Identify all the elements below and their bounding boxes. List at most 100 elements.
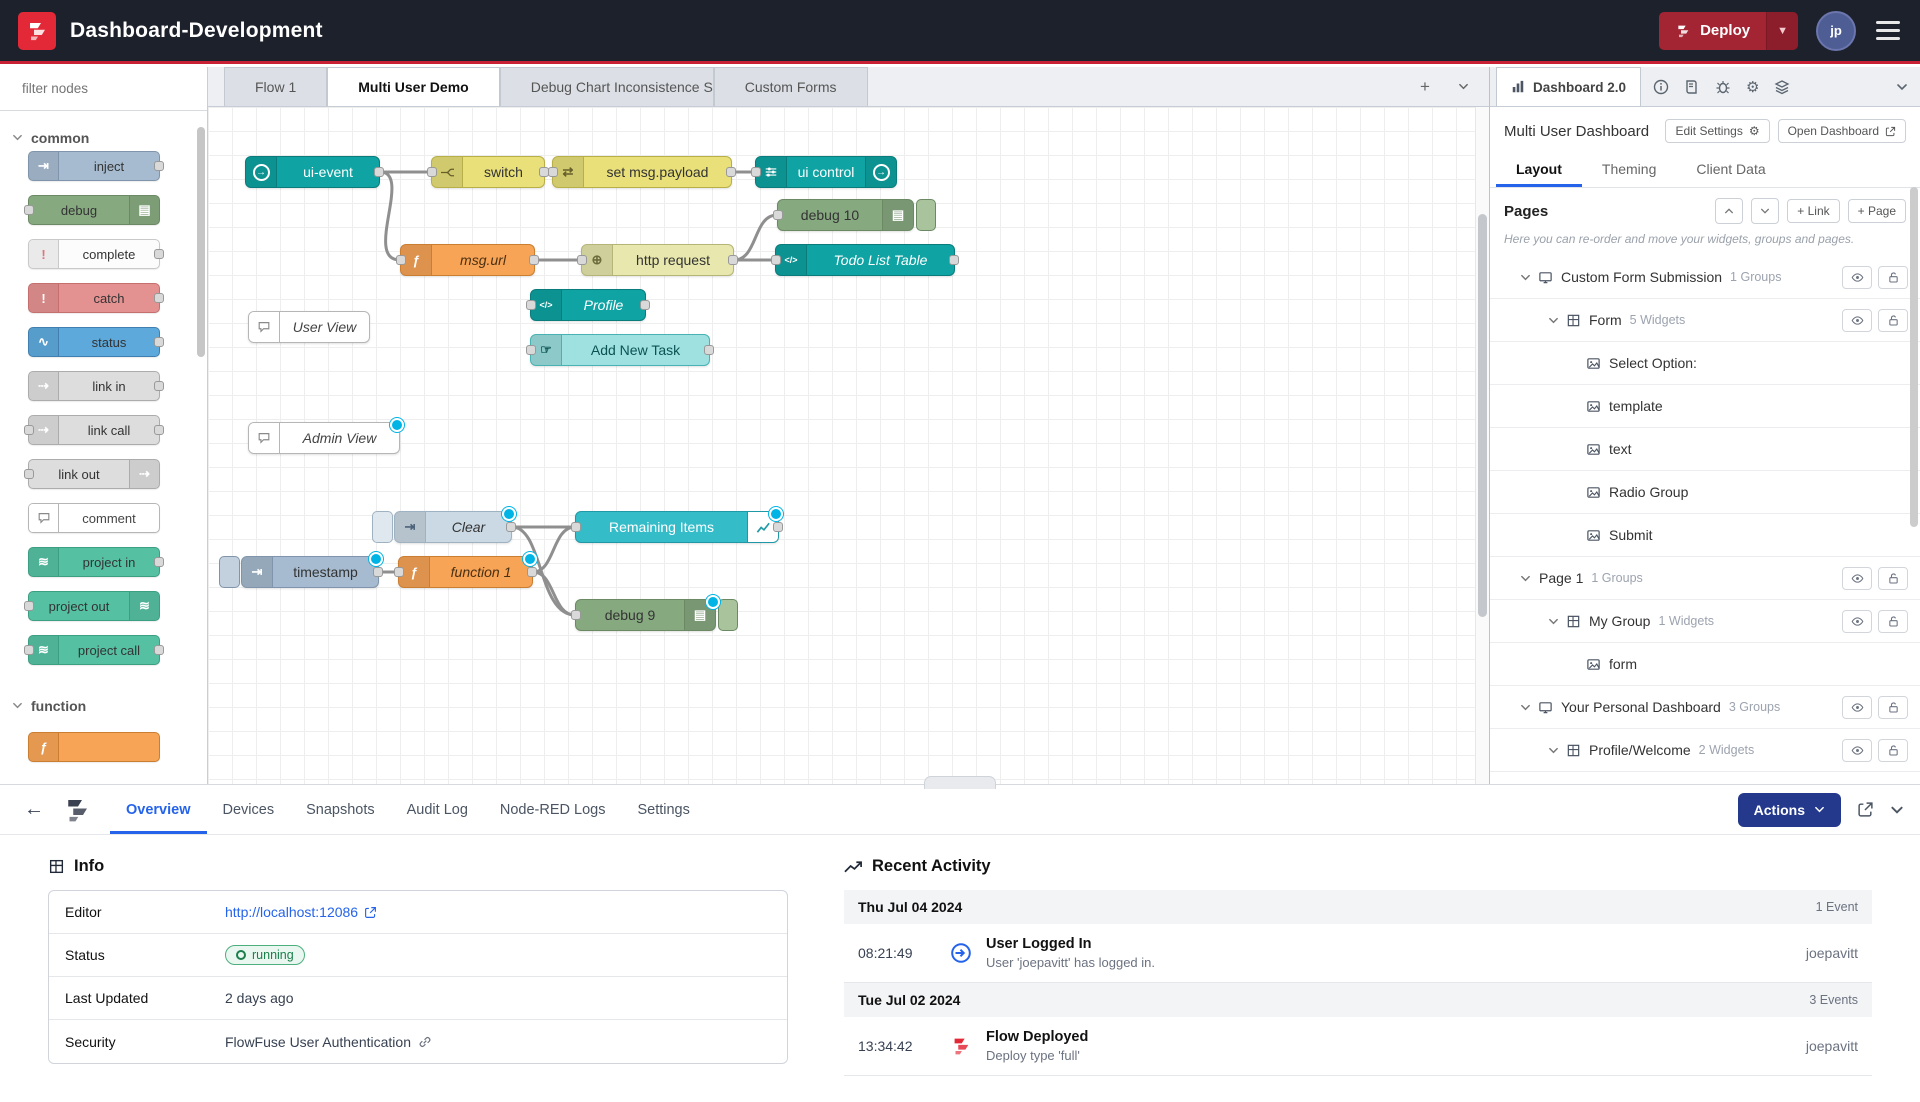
- sidebar-tab-dashboard[interactable]: Dashboard 2.0: [1496, 67, 1641, 106]
- bug-icon[interactable]: [1715, 79, 1731, 95]
- flow-node-ui-event[interactable]: → ui-event: [245, 156, 380, 188]
- flow-node-clear[interactable]: ⇥ Clear: [394, 511, 512, 543]
- node-port[interactable]: [577, 255, 587, 265]
- node-port[interactable]: [571, 522, 581, 532]
- user-avatar[interactable]: jp: [1816, 11, 1856, 51]
- lock-button[interactable]: [1878, 610, 1908, 633]
- add-link-button[interactable]: + Link: [1787, 199, 1839, 223]
- open-editor-external-icon[interactable]: [1857, 801, 1874, 818]
- node-port[interactable]: [24, 205, 34, 215]
- node-port[interactable]: [640, 300, 650, 310]
- visibility-button[interactable]: [1842, 696, 1872, 719]
- node-port[interactable]: [548, 167, 558, 177]
- flow-node-user-view-comment[interactable]: User View: [248, 311, 370, 343]
- tree-row-widget[interactable]: Radio Group: [1490, 471, 1920, 514]
- tree-row-group[interactable]: Profile/Welcome 2 Widgets: [1490, 729, 1920, 772]
- node-port[interactable]: [726, 167, 736, 177]
- flow-node-todo-list-table[interactable]: </> Todo List Table: [775, 244, 955, 276]
- node-port[interactable]: [24, 601, 34, 611]
- flow-tab-custom-forms[interactable]: Custom Forms: [714, 67, 868, 106]
- sidebar-scrollbar[interactable]: [1910, 187, 1918, 527]
- chevron-down-icon[interactable]: [1548, 745, 1559, 756]
- flow-node-remaining-items[interactable]: Remaining Items: [575, 511, 779, 543]
- node-port[interactable]: [571, 610, 581, 620]
- tree-row-page[interactable]: Your Personal Dashboard 3 Groups: [1490, 686, 1920, 729]
- inject-button[interactable]: [219, 556, 240, 588]
- tree-row-widget[interactable]: template: [1490, 385, 1920, 428]
- node-port[interactable]: [154, 161, 164, 171]
- flow-node-timestamp[interactable]: ⇥ timestamp: [241, 556, 379, 588]
- canvas-scrollbar-track[interactable]: [1475, 107, 1489, 784]
- node-port[interactable]: [154, 557, 164, 567]
- deploy-options-caret[interactable]: ▼: [1766, 12, 1798, 50]
- debug-toggle-button[interactable]: [916, 199, 936, 231]
- add-flow-button[interactable]: +: [1411, 74, 1439, 100]
- flow-node-add-new-task[interactable]: ☞ Add New Task: [530, 334, 710, 366]
- visibility-button[interactable]: [1842, 567, 1872, 590]
- lock-button[interactable]: [1878, 309, 1908, 332]
- palette-node-inject[interactable]: ⇥ inject: [28, 151, 160, 181]
- node-port[interactable]: [24, 425, 34, 435]
- tree-row-group[interactable]: Form 5 Widgets: [1490, 299, 1920, 342]
- flow-node-profile[interactable]: </> Profile: [530, 289, 646, 321]
- node-port[interactable]: [396, 255, 406, 265]
- chevron-down-icon[interactable]: [1520, 702, 1531, 713]
- node-port[interactable]: [728, 255, 738, 265]
- edit-settings-button[interactable]: Edit Settings ⚙: [1665, 119, 1769, 143]
- node-port[interactable]: [394, 567, 404, 577]
- tree-row-widget[interactable]: Select Option:: [1490, 342, 1920, 385]
- chevron-down-icon[interactable]: [1520, 573, 1531, 584]
- main-menu-button[interactable]: [1874, 15, 1902, 46]
- tab-layout[interactable]: Layout: [1496, 151, 1582, 187]
- flow-node-set-msg-payload[interactable]: ⇄ set msg.payload: [552, 156, 732, 188]
- visibility-button[interactable]: [1842, 266, 1872, 289]
- node-port[interactable]: [773, 522, 783, 532]
- flow-list-dropdown-button[interactable]: [1449, 74, 1477, 100]
- tab-settings[interactable]: Settings: [621, 785, 705, 834]
- palette-node-status[interactable]: ∿ status: [28, 327, 160, 357]
- editor-url-link[interactable]: http://localhost:12086: [225, 904, 377, 920]
- node-port[interactable]: [751, 167, 761, 177]
- palette-node-comment[interactable]: comment: [28, 503, 160, 533]
- move-up-button[interactable]: [1715, 198, 1743, 224]
- activity-entry[interactable]: 08:21:49 User Logged In User 'joepavitt'…: [844, 924, 1872, 983]
- tree-row-page[interactable]: Custom Form Submission 1 Groups: [1490, 256, 1920, 299]
- node-port[interactable]: [24, 469, 34, 479]
- flow-canvas[interactable]: → ui-event switch ⇄ set msg.payload: [208, 107, 1489, 784]
- node-port[interactable]: [427, 167, 437, 177]
- node-port[interactable]: [154, 381, 164, 391]
- layers-icon[interactable]: [1774, 79, 1790, 95]
- tab-devices[interactable]: Devices: [207, 785, 291, 834]
- actions-button[interactable]: Actions: [1738, 793, 1841, 827]
- node-port[interactable]: [154, 293, 164, 303]
- node-port[interactable]: [773, 210, 783, 220]
- node-port[interactable]: [373, 567, 383, 577]
- flow-node-function-1[interactable]: ƒ function 1: [398, 556, 533, 588]
- palette-node-link-call[interactable]: ⇢ link call: [28, 415, 160, 445]
- lock-button[interactable]: [1878, 739, 1908, 762]
- node-port[interactable]: [374, 167, 384, 177]
- flow-node-debug-9[interactable]: debug 9 ▤: [575, 599, 716, 631]
- gear-icon[interactable]: ⚙: [1746, 78, 1759, 96]
- node-port[interactable]: [526, 300, 536, 310]
- palette-node-link-in[interactable]: ⇢ link in: [28, 371, 160, 401]
- node-port[interactable]: [526, 345, 536, 355]
- palette-node-catch[interactable]: ! catch: [28, 283, 160, 313]
- visibility-button[interactable]: [1842, 309, 1872, 332]
- lock-button[interactable]: [1878, 696, 1908, 719]
- node-port[interactable]: [704, 345, 714, 355]
- tree-row-widget[interactable]: form: [1490, 643, 1920, 686]
- flow-node-msg-url[interactable]: ƒ msg.url: [400, 244, 535, 276]
- node-port[interactable]: [506, 522, 516, 532]
- flow-node-admin-view-comment[interactable]: Admin View: [248, 422, 400, 454]
- node-port[interactable]: [949, 255, 959, 265]
- palette-node-complete[interactable]: ! complete: [28, 239, 160, 269]
- node-port[interactable]: [529, 255, 539, 265]
- tab-client-data[interactable]: Client Data: [1676, 151, 1785, 187]
- palette-scrollbar[interactable]: [197, 127, 205, 357]
- open-dashboard-button[interactable]: Open Dashboard: [1778, 119, 1906, 143]
- visibility-button[interactable]: [1842, 610, 1872, 633]
- node-port[interactable]: [771, 255, 781, 265]
- node-port[interactable]: [154, 425, 164, 435]
- chevron-down-icon[interactable]: [1520, 272, 1531, 283]
